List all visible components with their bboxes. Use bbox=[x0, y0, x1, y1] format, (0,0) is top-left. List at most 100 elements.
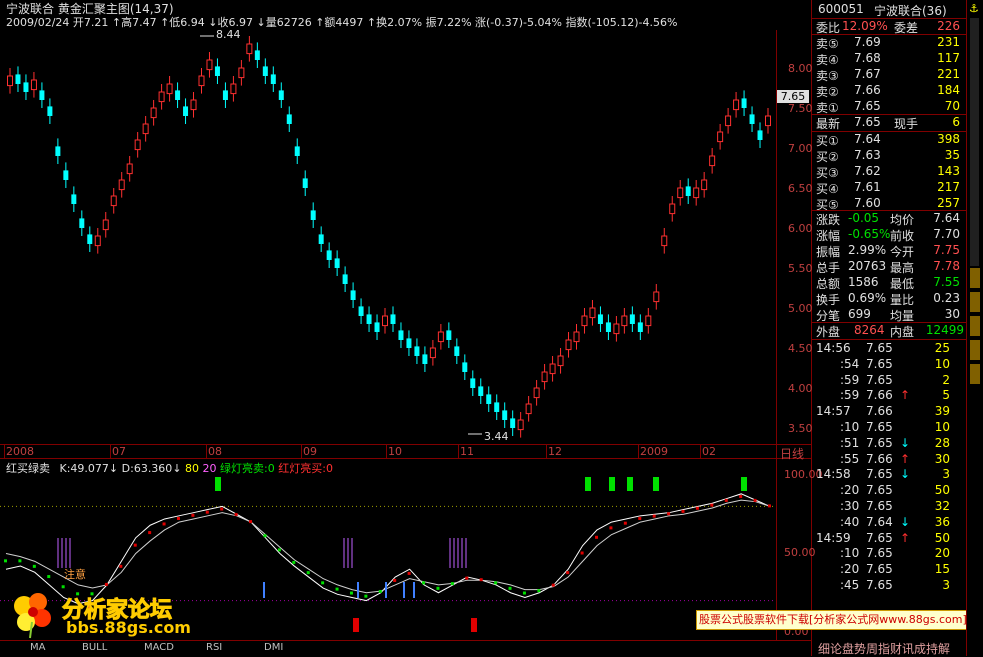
current-price-tag: 7.65 bbox=[777, 90, 809, 103]
ask-level-row[interactable]: 卖④ 7.68 117 bbox=[812, 51, 966, 67]
date-tick-label: 07 bbox=[112, 445, 126, 458]
toolbar-strip bbox=[970, 18, 979, 266]
candle-body bbox=[94, 235, 101, 247]
sell-signal-marker bbox=[609, 477, 615, 491]
candle-body bbox=[175, 90, 181, 100]
ask-level-row[interactable]: 卖① 7.65 70 bbox=[812, 99, 966, 115]
inner-value: 12499 bbox=[925, 323, 964, 337]
bid-level-row[interactable]: 买② 7.63 35 bbox=[812, 148, 966, 164]
candle-body bbox=[717, 131, 724, 143]
candle-body bbox=[47, 106, 53, 116]
candle-body bbox=[470, 378, 476, 388]
candle-body bbox=[693, 187, 700, 199]
candle-body bbox=[166, 83, 173, 95]
sell-signal-marker bbox=[653, 477, 659, 491]
axis-divider bbox=[776, 30, 777, 640]
candle-body bbox=[374, 322, 380, 332]
candle-body bbox=[605, 322, 611, 332]
date-tick-label: 2009 bbox=[640, 445, 668, 458]
price-tick-label: 7.00 bbox=[788, 142, 813, 155]
candle-body bbox=[597, 314, 603, 324]
ask-level-row[interactable]: 卖⑤ 7.69 231 bbox=[812, 35, 966, 51]
candle-body bbox=[79, 218, 85, 228]
price-tick-label: 7.50 bbox=[788, 102, 813, 115]
anchor-icon[interactable]: ⚓ bbox=[969, 2, 979, 15]
candle-body bbox=[254, 50, 260, 60]
tab-macd[interactable]: MACD bbox=[144, 642, 174, 656]
candle-body bbox=[765, 115, 771, 127]
candle-body bbox=[757, 130, 763, 140]
ask-level-row[interactable]: 卖③ 7.67 221 bbox=[812, 67, 966, 83]
bid-level-row[interactable]: 买③ 7.62 143 bbox=[812, 164, 966, 180]
stat-row: 分笔 699 均量 30 bbox=[816, 307, 960, 323]
tab-bull[interactable]: BULL bbox=[82, 642, 107, 656]
stat-row: 总额 1586 最低 7.55 bbox=[816, 275, 960, 291]
note-label: 注意 bbox=[64, 568, 86, 581]
buy-signal-marker bbox=[471, 618, 477, 632]
buy-signal-marker bbox=[353, 618, 359, 632]
candle-body bbox=[39, 90, 45, 100]
candle-body bbox=[709, 155, 716, 167]
ask-level-row[interactable]: 卖② 7.66 184 bbox=[812, 83, 966, 99]
candle-body bbox=[87, 234, 93, 244]
candle-body bbox=[741, 98, 747, 108]
candle-body bbox=[581, 315, 588, 327]
candle-body bbox=[589, 307, 596, 319]
candle-body bbox=[55, 146, 61, 156]
candle-body bbox=[454, 346, 460, 356]
candle-body bbox=[733, 99, 740, 111]
toolbar-buttons[interactable] bbox=[970, 268, 980, 578]
candle-body bbox=[557, 355, 564, 367]
candle-body bbox=[310, 210, 316, 220]
low-price-label: 3.44 bbox=[484, 430, 509, 443]
period-label[interactable]: 日线 bbox=[780, 445, 804, 462]
candle-body bbox=[230, 83, 237, 95]
sell-signal-marker bbox=[585, 477, 591, 491]
candle-body bbox=[206, 59, 213, 71]
candle-body bbox=[629, 314, 635, 324]
sell-signal-marker bbox=[627, 477, 633, 491]
price-tick-label: 8.00 bbox=[788, 62, 813, 75]
price-tick-label: 4.00 bbox=[788, 382, 813, 395]
date-tick-label: 2008 bbox=[6, 445, 34, 458]
price-chart bbox=[7, 35, 771, 438]
candle-body bbox=[102, 219, 109, 231]
candle-body bbox=[422, 354, 428, 364]
stat-row: 涨跌 -0.05 均价 7.64 bbox=[816, 211, 960, 227]
candle-body bbox=[158, 91, 165, 103]
candle-body bbox=[437, 331, 444, 343]
weicha-value: 226 bbox=[937, 19, 960, 33]
bid-level-row[interactable]: 买① 7.64 398 bbox=[812, 132, 966, 148]
candle-body bbox=[398, 330, 404, 340]
candle-body bbox=[661, 235, 668, 247]
tab-ma[interactable]: MA bbox=[30, 642, 45, 656]
candle-body bbox=[183, 106, 189, 116]
candle-body bbox=[669, 203, 676, 215]
stock-code: 600051 bbox=[818, 2, 864, 16]
candle-body bbox=[446, 330, 452, 340]
bid-level-row[interactable]: 买④ 7.61 217 bbox=[812, 180, 966, 196]
candle-body bbox=[118, 179, 125, 191]
candle-body bbox=[150, 107, 157, 119]
price-tick-label: 5.00 bbox=[788, 302, 813, 315]
candle-body bbox=[198, 75, 205, 87]
candle-body bbox=[533, 387, 540, 399]
candle-body bbox=[725, 115, 732, 127]
tick-row: 14:56 7.65 25 bbox=[816, 341, 950, 355]
candle-body bbox=[621, 315, 628, 327]
tick-row: :20 7.65 50 bbox=[840, 483, 950, 498]
right-toolbar: ⚓ bbox=[966, 0, 983, 656]
tick-row: :55 7.66 ↑ 30 bbox=[840, 451, 950, 466]
tick-row: 14:58 7.65 ↓ 3 bbox=[816, 467, 950, 482]
tick-row: :59 7.66 ↑ 5 bbox=[840, 388, 950, 403]
weibi-row: 委比 12.09% 委差 226 bbox=[816, 19, 960, 35]
candle-body bbox=[30, 79, 37, 91]
candle-body bbox=[286, 114, 292, 124]
candle-body bbox=[653, 291, 660, 303]
tab-rsi[interactable]: RSI bbox=[206, 642, 222, 656]
candle-body bbox=[502, 410, 508, 420]
candle-body bbox=[390, 314, 396, 324]
chart-area[interactable]: 宁波联合 黄金汇聚主图(14,37) 2009/02/24 开7.21 ↑高7.… bbox=[0, 0, 980, 656]
tab-dmi[interactable]: DMI bbox=[264, 642, 283, 656]
candle-body bbox=[222, 90, 228, 100]
